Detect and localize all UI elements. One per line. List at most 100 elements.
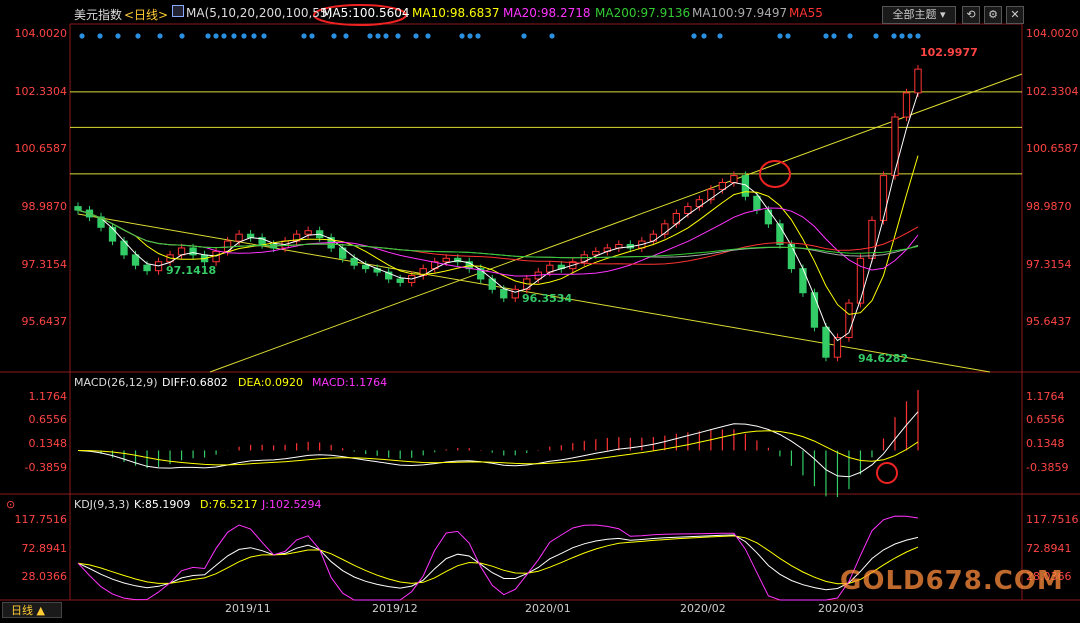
candle-body bbox=[718, 181, 727, 190]
price-tick-right: 97.3154 bbox=[1026, 257, 1072, 271]
macd-tick-left: -0.3859 bbox=[24, 461, 67, 475]
theme-select-label: 全部主题 bbox=[892, 8, 937, 21]
signal-dot bbox=[231, 33, 237, 39]
kdj-title: KDJ(9,3,3) bbox=[74, 498, 130, 511]
refresh-icon[interactable]: ⟲ bbox=[962, 6, 980, 24]
signal-dot bbox=[241, 33, 247, 39]
signal-dot bbox=[179, 33, 185, 39]
signal-dot bbox=[847, 33, 853, 39]
period-tab[interactable]: 日线 ▲ bbox=[2, 602, 62, 618]
macd-tick-right: 1.1764 bbox=[1026, 389, 1065, 403]
chart-root: 美元指数 <日线> MA(5,10,20,200,100,55) MA5:100… bbox=[0, 0, 1080, 619]
period-label[interactable]: <日线> bbox=[124, 6, 168, 23]
ma-params: MA(5,10,20,200,100,55) bbox=[186, 6, 333, 20]
macd-title: MACD(26,12,9) bbox=[74, 376, 158, 389]
close-icon[interactable]: ✕ bbox=[1006, 6, 1024, 24]
candle-body bbox=[764, 209, 773, 225]
signal-dot bbox=[425, 33, 431, 39]
time-tick-label: 2020/03 bbox=[818, 602, 864, 615]
signal-dot bbox=[375, 33, 381, 39]
signal-dot bbox=[549, 33, 555, 39]
signal-dot bbox=[97, 33, 103, 39]
settings-icon[interactable]: ⚙ bbox=[984, 6, 1002, 24]
ma100-value: MA100:97.9497 bbox=[692, 6, 788, 20]
collapse-icon[interactable]: ⊙ bbox=[6, 498, 15, 511]
macd-dea: DEA:0.0920 bbox=[238, 376, 303, 389]
candle-body bbox=[143, 264, 151, 272]
time-tick-label: 2020/01 bbox=[525, 602, 571, 615]
candle-body bbox=[500, 288, 508, 299]
candle-body bbox=[799, 268, 807, 294]
kdj-tick-right: 72.8941 bbox=[1026, 541, 1072, 555]
candle-body bbox=[592, 250, 600, 256]
time-tick-label: 2019/11 bbox=[225, 602, 271, 615]
candle-body bbox=[511, 288, 519, 299]
signal-dot bbox=[413, 33, 419, 39]
signal-dot bbox=[309, 33, 315, 39]
price-tick-right: 100.6587 bbox=[1026, 142, 1079, 156]
annotation-high: 102.9977 bbox=[920, 46, 978, 59]
signal-dot bbox=[261, 33, 267, 39]
kdj-tick-left: 72.8941 bbox=[21, 541, 68, 555]
candle-body bbox=[235, 233, 243, 242]
chart-type-icon[interactable] bbox=[172, 5, 184, 17]
candle-body bbox=[810, 292, 819, 328]
macd-tick-left: 0.1348 bbox=[28, 437, 68, 451]
kdj-tick-left: 28.0366 bbox=[21, 570, 68, 584]
macd-value: MACD:1.1764 bbox=[312, 376, 388, 389]
candle-body bbox=[74, 206, 82, 211]
kdj-k: K:85.1909 bbox=[134, 498, 191, 511]
candle-body bbox=[891, 116, 899, 177]
candle-body bbox=[730, 175, 738, 183]
price-tick-right: 102.3304 bbox=[1026, 84, 1079, 98]
candle-body bbox=[396, 278, 404, 283]
signal-dot bbox=[367, 33, 373, 39]
kdj-tick-right: 117.7516 bbox=[1026, 513, 1079, 527]
signal-dot bbox=[301, 33, 307, 39]
price-tick-left: 100.6587 bbox=[14, 142, 68, 156]
candle-body bbox=[822, 326, 830, 358]
kdj-d: D:76.5217 bbox=[200, 498, 258, 511]
candle-body bbox=[684, 206, 692, 215]
candle-body bbox=[189, 247, 197, 256]
annotation-low2: 96.3534 bbox=[522, 292, 573, 305]
signal-dot bbox=[115, 33, 121, 39]
candle-body bbox=[362, 264, 370, 270]
signal-dot bbox=[251, 33, 257, 39]
macd-tick-right: -0.3859 bbox=[1026, 461, 1069, 475]
signal-dot bbox=[899, 33, 905, 39]
candle-body bbox=[108, 226, 117, 242]
candle-body bbox=[442, 257, 450, 263]
price-tick-right: 98.9870 bbox=[1026, 200, 1072, 214]
signal-dot bbox=[157, 33, 163, 39]
macd-tick-left: 0.6556 bbox=[28, 413, 68, 427]
time-tick-label: 2020/02 bbox=[680, 602, 726, 615]
signal-dot bbox=[205, 33, 211, 39]
period-tab-label: 日线 ▲ bbox=[11, 604, 45, 617]
kdj-j: J:102.5294 bbox=[262, 498, 322, 511]
price-tick-left: 102.3304 bbox=[14, 84, 68, 98]
ma5-value: MA5:100.5604 bbox=[322, 6, 410, 20]
candle-body bbox=[177, 247, 186, 256]
signal-dot bbox=[701, 33, 707, 39]
signal-dot bbox=[331, 33, 337, 39]
price-tick-right: 104.0020 bbox=[1026, 27, 1079, 41]
theme-select[interactable]: 全部主题 ▾ bbox=[882, 6, 956, 24]
symbol-title: 美元指数 bbox=[74, 8, 123, 22]
signal-dot bbox=[79, 33, 85, 39]
signal-dot bbox=[891, 33, 897, 39]
price-tick-right: 95.6437 bbox=[1026, 315, 1072, 329]
macd-tick-left: 1.1764 bbox=[28, 389, 68, 403]
ma200-value: MA200:97.9136 bbox=[595, 6, 691, 20]
signal-dot bbox=[135, 33, 141, 39]
signal-dot bbox=[823, 33, 829, 39]
annotation-low3: 94.6282 bbox=[858, 352, 909, 365]
signal-dot bbox=[521, 33, 527, 39]
ma20-value: MA20:98.2718 bbox=[503, 6, 591, 20]
price-tick-left: 97.3154 bbox=[21, 257, 68, 271]
signal-dot bbox=[717, 33, 723, 39]
signal-dot bbox=[213, 33, 219, 39]
chevron-down-icon: ▾ bbox=[939, 8, 946, 21]
candle-body bbox=[879, 175, 888, 221]
signal-dot bbox=[873, 33, 879, 39]
